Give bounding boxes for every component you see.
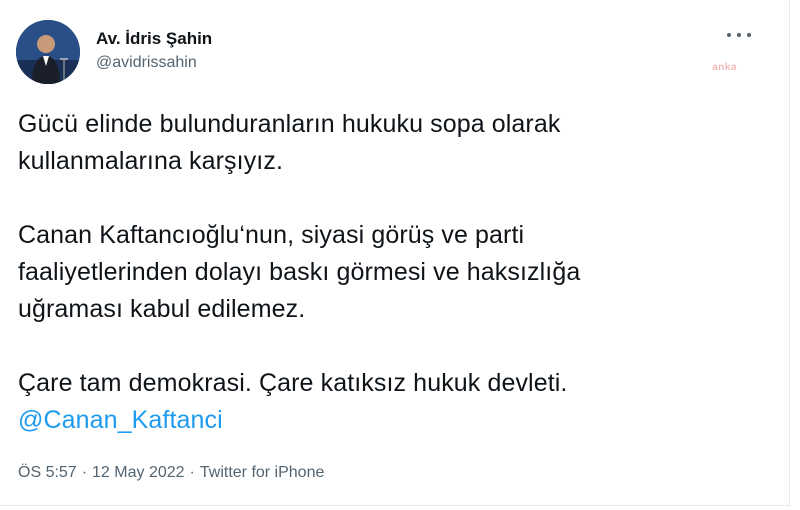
more-horizontal-icon[interactable] [727, 30, 751, 40]
avatar[interactable] [16, 20, 80, 84]
tweet-line: uğraması kabul edilemez. [18, 295, 306, 323]
author-names: Av. İdris Şahin @avidrissahin [96, 28, 212, 74]
tweet-source[interactable]: Twitter for iPhone [200, 464, 325, 481]
tweet-line: Çare tam demokrasi. Çare katıksız hukuk … [18, 369, 568, 397]
more-dot [737, 33, 741, 37]
tweet-paragraph: Gücü elinde bulunduranların hukuku sopa … [18, 106, 758, 180]
tweet-line: Canan Kaftancıoğlu‘nun, siyasi görüş ve … [18, 221, 525, 249]
watermark-logo: anka [712, 62, 737, 73]
avatar-image-icon [16, 20, 80, 84]
tweet-header: Av. İdris Şahin @avidrissahin anka [16, 20, 765, 86]
author-handle[interactable]: @avidrissahin [96, 52, 212, 74]
tweet-line: faaliyetlerinden dolayı baskı görmesi ve… [18, 258, 581, 286]
meta-separator: · [81, 464, 88, 481]
tweet-time[interactable]: ÖS 5:57 [18, 464, 77, 481]
tweet-meta: ÖS 5:57 · 12 May 2022 · Twitter for iPhone [18, 462, 324, 484]
tweet-date[interactable]: 12 May 2022 [92, 464, 185, 481]
tweet-line: kullanmalarına karşıyız. [18, 147, 283, 175]
tweet-text: Gücü elinde bulunduranların hukuku sopa … [18, 106, 758, 439]
tweet-line: Gücü elinde bulunduranların hukuku sopa … [18, 110, 561, 138]
tweet-card: Av. İdris Şahin @avidrissahin anka Gücü … [0, 0, 790, 506]
more-dot [747, 33, 751, 37]
author-display-name[interactable]: Av. İdris Şahin [96, 28, 212, 50]
mention-link[interactable]: @Canan_Kaftanci [18, 402, 758, 439]
tweet-paragraph: Çare tam demokrasi. Çare katıksız hukuk … [18, 365, 758, 439]
meta-separator: · [189, 464, 195, 481]
tweet-paragraph: Canan Kaftancıoğlu‘nun, siyasi görüş ve … [18, 217, 758, 328]
more-dot [727, 33, 731, 37]
